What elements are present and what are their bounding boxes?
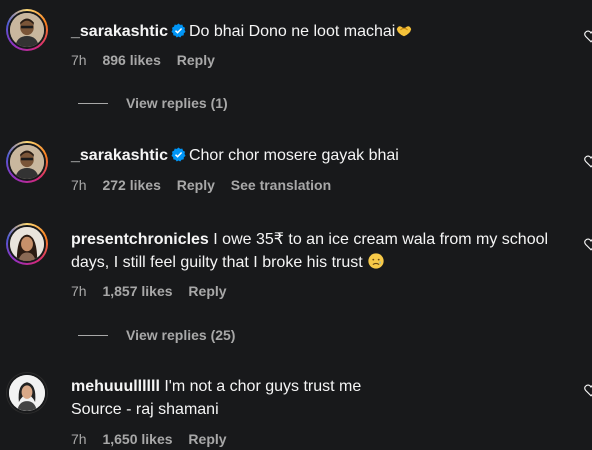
reply-button[interactable]: Reply <box>177 52 215 68</box>
comment-time: 7h <box>71 283 87 299</box>
comment-time: 7h <box>71 431 87 447</box>
comment-time: 7h <box>71 52 87 68</box>
heart-icon[interactable] <box>584 384 592 397</box>
comment-text-line2: Source - raj shamani <box>71 401 219 418</box>
avatar[interactable] <box>6 141 48 183</box>
reply-button[interactable]: Reply <box>177 177 215 193</box>
likes-count[interactable]: 896 likes <box>102 52 160 68</box>
likes-count[interactable]: 1,650 likes <box>102 431 172 447</box>
comment-meta: 7h 1,650 likes Reply <box>71 431 239 447</box>
avatar[interactable] <box>6 9 48 51</box>
avatar[interactable] <box>6 223 48 265</box>
comment-body: mehuuullllll I'm not a chor guys trust m… <box>71 375 571 421</box>
heart-icon[interactable] <box>584 30 592 43</box>
comment-meta: 7h 272 likes Reply See translation <box>71 177 343 193</box>
sad-face-emoji <box>368 253 384 269</box>
divider-line <box>78 103 108 104</box>
avatar-photo-icon <box>10 145 44 179</box>
comment-text: Chor chor mosere gayak bhai <box>188 147 399 164</box>
comment-body: _sarakashtic Do bhai Dono ne loot machai <box>71 20 571 43</box>
comment-body: _sarakashtic Chor chor mosere gayak bhai <box>71 144 571 167</box>
reply-button[interactable]: Reply <box>188 283 226 299</box>
username[interactable]: _sarakashtic <box>71 147 168 164</box>
username[interactable]: presentchronicles <box>71 231 209 248</box>
avatar-photo-icon <box>9 375 45 411</box>
reply-button[interactable]: Reply <box>188 431 226 447</box>
view-replies-label: View replies (25) <box>126 327 236 343</box>
username[interactable]: mehuuullllll <box>71 378 160 395</box>
verified-badge-icon <box>171 23 186 38</box>
comment-body: presentchronicles I owe 35₹ to an ice cr… <box>71 228 571 274</box>
heart-icon[interactable] <box>584 238 592 251</box>
comment-text: Do bhai Dono ne loot machai <box>188 23 396 40</box>
likes-count[interactable]: 1,857 likes <box>102 283 172 299</box>
view-replies-label: View replies (1) <box>126 95 228 111</box>
avatar-photo-icon <box>10 13 44 47</box>
view-replies-button[interactable]: View replies (1) <box>78 95 228 111</box>
heart-icon[interactable] <box>584 155 592 168</box>
avatar-photo-icon <box>10 227 44 261</box>
username[interactable]: _sarakashtic <box>71 23 168 40</box>
verified-badge-icon <box>171 147 186 162</box>
comment-meta: 7h 1,857 likes Reply <box>71 283 239 299</box>
see-translation-button[interactable]: See translation <box>231 177 331 193</box>
comment-meta: 7h 896 likes Reply <box>71 52 227 68</box>
divider-line <box>78 335 108 336</box>
comment-time: 7h <box>71 177 87 193</box>
heart-hands-emoji <box>397 26 412 37</box>
view-replies-button[interactable]: View replies (25) <box>78 327 235 343</box>
comment-text: I'm not a chor guys trust me <box>164 378 362 395</box>
likes-count[interactable]: 272 likes <box>102 177 160 193</box>
avatar[interactable] <box>6 372 48 414</box>
